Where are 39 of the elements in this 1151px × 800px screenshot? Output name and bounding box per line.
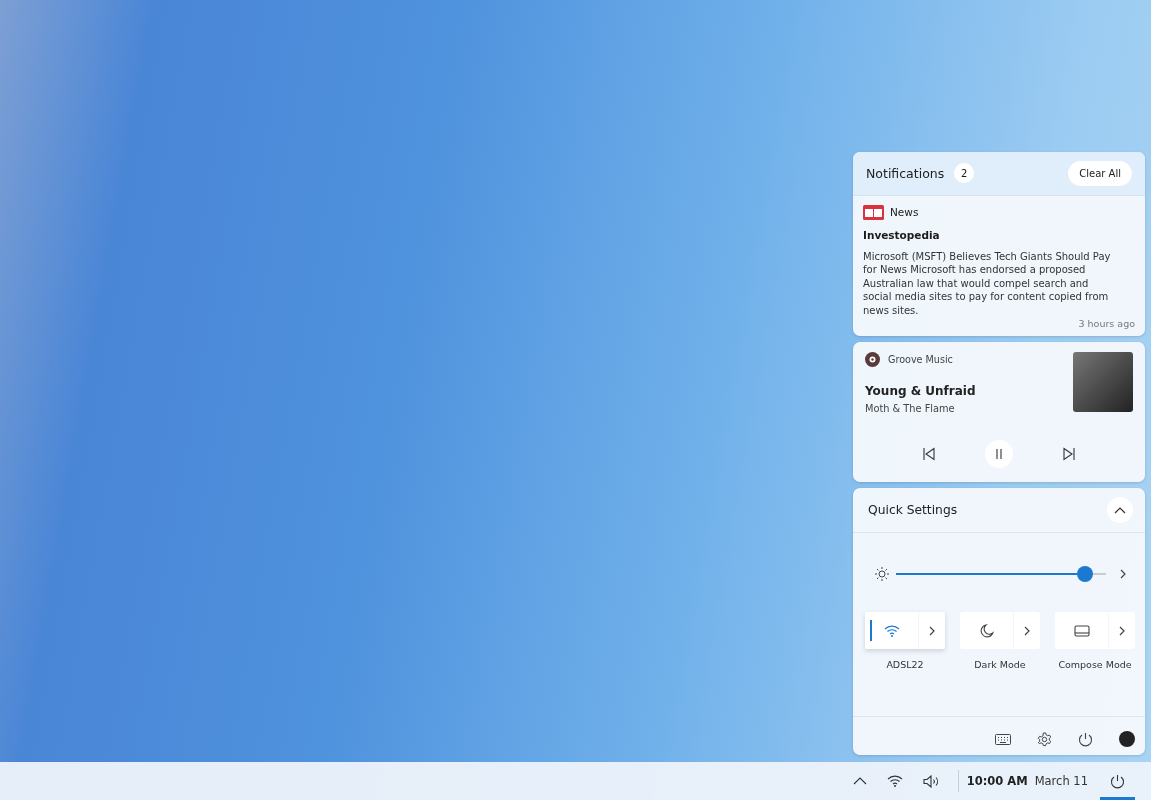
artist-name: Moth & The Flame bbox=[865, 403, 956, 414]
pause-icon bbox=[994, 448, 1004, 460]
sun-icon bbox=[875, 567, 889, 581]
wifi-icon bbox=[883, 624, 900, 637]
quick-settings-title: Quick Settings bbox=[868, 503, 958, 517]
skip-back-icon bbox=[922, 447, 936, 461]
notification-body: Microsoft (MSFT) Believes Tech Giants Should Pay for News Microsoft has endorsed a proposed Australian law that would compel search and social media sites to pay for content copied from news sites. bbox=[863, 249, 1112, 317]
clock-time[interactable]: 10:00 AM bbox=[966, 774, 1028, 788]
toggle-button[interactable] bbox=[865, 612, 918, 649]
app-name: News bbox=[890, 206, 919, 219]
notification-count: 2 bbox=[954, 163, 975, 184]
tile-label: Dark Mode bbox=[974, 659, 1026, 670]
tablet-icon bbox=[1073, 624, 1090, 637]
skip-forward-icon bbox=[1062, 447, 1076, 461]
clear-all-button[interactable]: Clear All bbox=[1068, 160, 1132, 186]
pause-button[interactable] bbox=[985, 440, 1013, 468]
disc-icon bbox=[865, 352, 880, 367]
notifications-title: Notifications bbox=[866, 165, 945, 181]
song-title: Young & Unfraid bbox=[865, 384, 976, 398]
settings-icon[interactable] bbox=[1037, 731, 1052, 747]
moon-icon bbox=[979, 623, 994, 638]
chevron-right-icon bbox=[1023, 624, 1031, 637]
chevron-right-icon bbox=[1119, 568, 1127, 580]
chevron-up-icon bbox=[1114, 506, 1126, 514]
avatar-circle[interactable] bbox=[1119, 731, 1135, 747]
notification-time: 3 hours ago bbox=[1078, 318, 1135, 329]
toggle-button[interactable] bbox=[1055, 612, 1108, 649]
keyboard-icon[interactable] bbox=[995, 733, 1011, 745]
notification-source: Investopedia bbox=[863, 228, 941, 241]
tile-label: Compose Mode bbox=[1058, 659, 1132, 670]
chevron-right-icon bbox=[928, 624, 936, 637]
newspaper-icon bbox=[863, 204, 884, 220]
app-name: Groove Music bbox=[888, 354, 953, 365]
clock-date[interactable]: March 11 bbox=[1034, 774, 1088, 788]
tile-label: ADSL22 bbox=[886, 659, 924, 670]
power-icon[interactable] bbox=[1078, 731, 1093, 747]
toggle-button[interactable] bbox=[960, 612, 1013, 649]
chevron-right-icon bbox=[1118, 624, 1126, 637]
album-art-placeholder bbox=[1073, 352, 1133, 412]
